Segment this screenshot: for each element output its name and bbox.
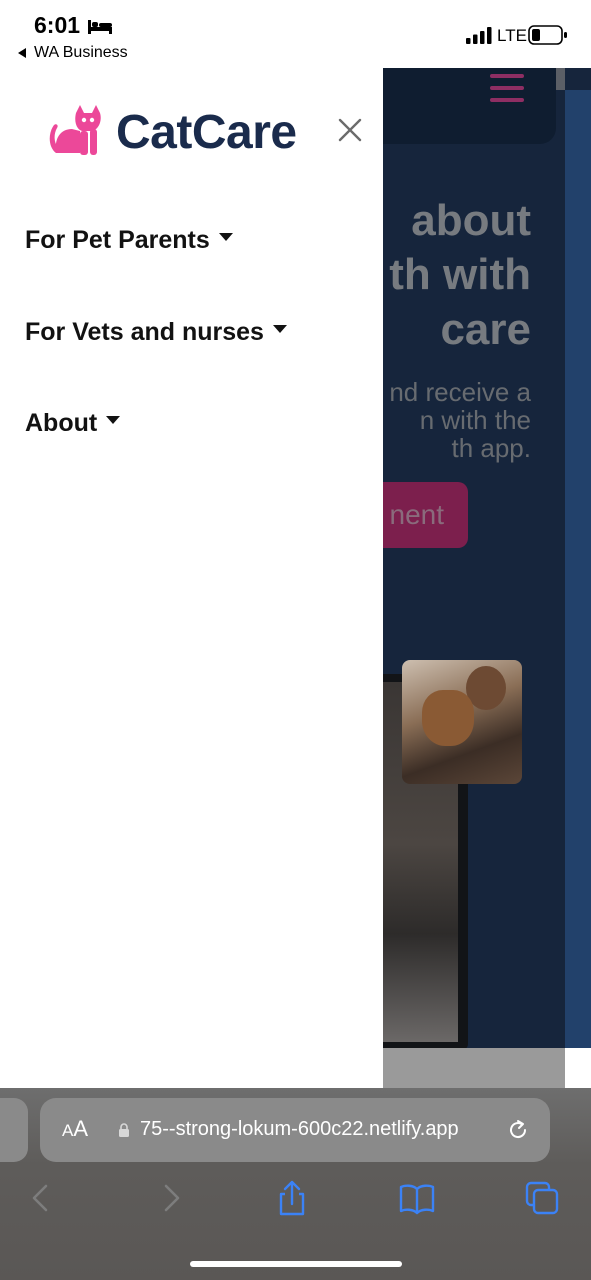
close-icon[interactable] xyxy=(334,114,366,146)
previous-tab-pill[interactable] xyxy=(0,1098,28,1162)
hero-line-1: about xyxy=(411,196,531,245)
hero-subtitle-line-2: n with the xyxy=(419,405,531,435)
hamburger-menu-icon[interactable] xyxy=(490,74,524,104)
brand-name: CatCare xyxy=(116,105,297,159)
hero-line-2: th with xyxy=(389,250,531,299)
status-time: 6:01 xyxy=(34,12,81,38)
reader-aa-button[interactable]: AA xyxy=(62,1116,88,1142)
man-with-dog-photo xyxy=(402,660,522,784)
address-bar[interactable]: AA 75--strong-lokum-600c22.netlify.app xyxy=(40,1098,550,1162)
url-text: 75--strong-lokum-600c22.netlify.app xyxy=(140,1118,459,1140)
aa-big: A xyxy=(73,1116,89,1141)
bookmarks-icon[interactable] xyxy=(399,1180,435,1216)
hero-subtitle-line-1: nd receive a xyxy=(389,377,531,407)
nav-item-label: For Vets and nurses xyxy=(25,318,264,346)
reload-icon[interactable] xyxy=(506,1118,530,1142)
back-icon[interactable] xyxy=(24,1180,60,1216)
tabs-icon[interactable] xyxy=(524,1180,560,1216)
cellular-signal-icon xyxy=(466,27,492,44)
network-type: LTE xyxy=(497,26,527,45)
share-icon[interactable] xyxy=(274,1180,310,1216)
nav-item-for-vets-and-nurses[interactable]: For Vets and nurses xyxy=(25,318,287,347)
background-stripe xyxy=(565,90,591,1048)
caret-down-icon xyxy=(106,415,121,424)
back-to-app-link[interactable]: WA Business xyxy=(18,44,128,62)
safari-toolbar: AA 75--strong-lokum-600c22.netlify.app xyxy=(0,1088,591,1280)
cat-logo-icon xyxy=(49,105,101,155)
nav-item-about[interactable]: About xyxy=(25,409,121,438)
background-footer-bar xyxy=(383,1048,565,1088)
brand-logo[interactable]: CatCare xyxy=(46,102,297,162)
status-bar: 6:01 WA Business LTE xyxy=(0,0,591,68)
caret-down-icon xyxy=(272,324,287,333)
battery-icon xyxy=(528,25,567,45)
navigation-drawer: CatCare For Pet Parents For Vets and nur… xyxy=(0,0,383,1088)
background-scrollbar xyxy=(556,68,565,90)
aa-small: A xyxy=(62,1121,74,1140)
nav-item-label: For Pet Parents xyxy=(25,226,210,254)
back-app-label: WA Business xyxy=(34,44,128,61)
forward-icon[interactable] xyxy=(152,1180,188,1216)
home-indicator xyxy=(190,1261,402,1267)
cta-label: nent xyxy=(389,499,445,530)
lock-icon xyxy=(119,1123,129,1137)
back-arrow-icon xyxy=(18,48,26,58)
nav-item-for-pet-parents[interactable]: For Pet Parents xyxy=(25,226,233,255)
hero-line-3: care xyxy=(440,305,531,354)
nav-item-label: About xyxy=(25,409,98,437)
sleep-focus-icon xyxy=(88,20,112,34)
hero-subtitle-line-3: th app. xyxy=(451,433,531,463)
caret-down-icon xyxy=(218,232,233,241)
